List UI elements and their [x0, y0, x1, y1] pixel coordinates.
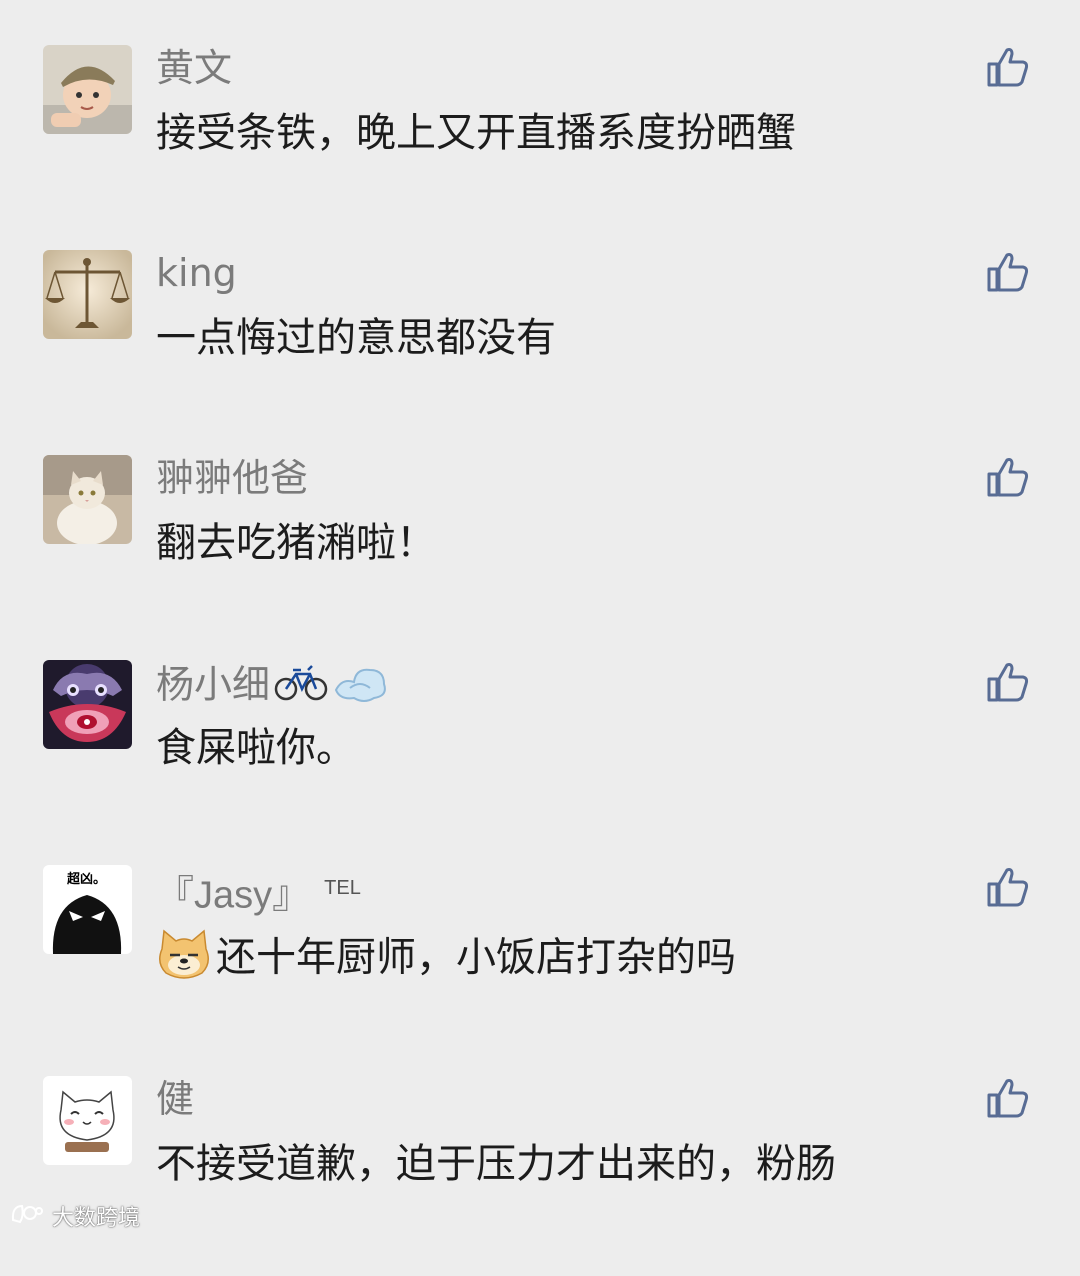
- white-cat-avatar[interactable]: [43, 1076, 132, 1165]
- scales-avatar[interactable]: [43, 250, 132, 339]
- brand-logo-icon: [10, 1200, 44, 1232]
- commenter-name[interactable]: king: [156, 250, 237, 296]
- watermark-text: 大数跨境: [52, 1206, 141, 1231]
- comment-text: 一点悔过的意思都没有: [156, 315, 556, 361]
- comment-item: 健 不接受道歉，迫于压力才出来的，粉肠: [0, 1076, 1080, 1276]
- baby-avatar[interactable]: [43, 45, 132, 134]
- doge-emoji: [156, 927, 212, 992]
- thumbs-up-icon[interactable]: [986, 865, 1030, 909]
- commenter-name[interactable]: 黄文: [156, 45, 232, 91]
- comment-item: 翀翀他爸 翻去吃猪潲啦！: [0, 455, 1080, 655]
- comment-item: 黄文 接受条铁，晚上又开直播系度扮晒蟹: [0, 45, 1080, 245]
- bicycle-emoji: [274, 662, 328, 712]
- comment-text: 翻去吃猪潲啦！: [156, 520, 436, 566]
- commenter-name[interactable]: 杨小细: [156, 660, 390, 714]
- thumbs-up-icon[interactable]: [986, 1076, 1030, 1120]
- comment-text: 食屎啦你。: [156, 725, 356, 771]
- dash-emoji: [332, 660, 390, 714]
- cat-avatar[interactable]: [43, 455, 132, 544]
- comment-text: 不接受道歉，迫于压力才出来的，粉肠: [156, 1141, 836, 1187]
- chaoxiong-avatar[interactable]: 超凶。: [43, 865, 132, 954]
- commenter-name-text: 『Jasy』: [156, 874, 311, 917]
- thumbs-up-icon[interactable]: [986, 250, 1030, 294]
- lion-dance-avatar[interactable]: [43, 660, 132, 749]
- commenter-name[interactable]: 健: [156, 1076, 194, 1122]
- thumbs-up-icon[interactable]: [986, 660, 1030, 704]
- comment-text-content: 还十年厨师，小饭店打杂的吗: [216, 934, 736, 981]
- commenter-name[interactable]: 『Jasy』 TEL: [156, 865, 361, 919]
- comment-item: king 一点悔过的意思都没有: [0, 250, 1080, 450]
- svg-text:超凶。: 超凶。: [67, 871, 106, 887]
- comment-item: 超凶。 『Jasy』 TEL 还十年厨师，小饭店打杂的吗: [0, 865, 1080, 1065]
- commenter-name-text: 杨小细: [156, 662, 271, 707]
- thumbs-up-icon[interactable]: [986, 45, 1030, 89]
- tel-badge: TEL: [324, 877, 361, 899]
- thumbs-up-icon[interactable]: [986, 455, 1030, 499]
- commenter-name[interactable]: 翀翀他爸: [156, 455, 308, 501]
- watermark: 大数跨境: [10, 1200, 140, 1232]
- comment-text: 还十年厨师，小饭店打杂的吗: [156, 927, 736, 992]
- comment-text: 接受条铁，晚上又开直播系度扮晒蟹: [156, 110, 796, 156]
- comment-item: 杨小细 食屎啦你。: [0, 660, 1080, 860]
